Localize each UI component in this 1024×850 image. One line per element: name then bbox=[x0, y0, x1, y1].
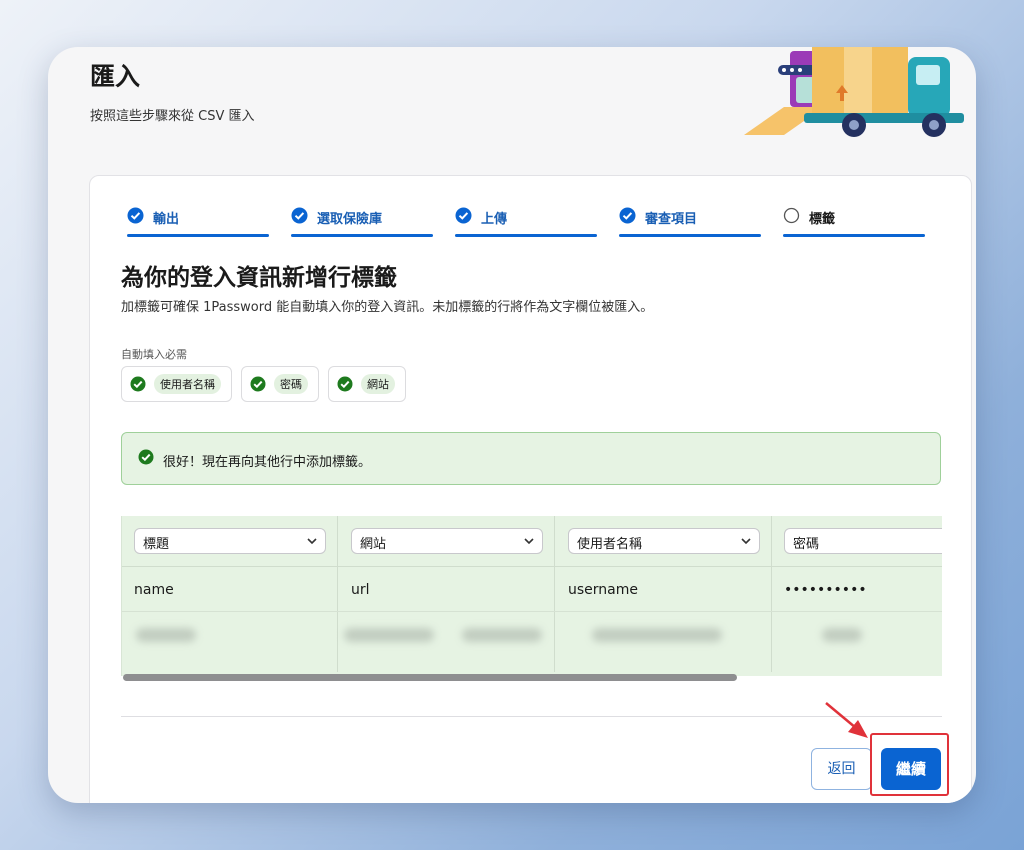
import-window: 匯入 按照這些步驟來從 CSV 匯入 輸出 選取保險庫 上傳 審查項目 標籤 為… bbox=[48, 47, 976, 803]
step-progress-bar bbox=[619, 234, 761, 237]
column-type-select[interactable]: 密碼 bbox=[784, 528, 942, 554]
banner-message: 很好！現在再向其他行中添加標籤。 bbox=[163, 455, 372, 470]
chevron-down-icon bbox=[741, 538, 751, 545]
check-circle-icon bbox=[130, 376, 146, 392]
empty-circle-icon bbox=[783, 207, 800, 224]
step-label: 上傳 bbox=[481, 212, 508, 227]
required-fields: 使用者名稱 密碼 網站 bbox=[121, 366, 406, 402]
chip-label: 網站 bbox=[361, 374, 395, 394]
page-title: 匯入 bbox=[90, 62, 141, 91]
required-chip-website: 網站 bbox=[328, 366, 406, 402]
check-circle-icon bbox=[250, 376, 266, 392]
column-type-select[interactable]: 使用者名稱 bbox=[568, 528, 760, 554]
chip-label: 使用者名稱 bbox=[154, 374, 221, 394]
table-cell: •••••••••• bbox=[784, 582, 867, 598]
step-review-items: 審查項目 bbox=[619, 206, 761, 240]
table-cell: url bbox=[351, 582, 370, 598]
step-progress-bar bbox=[783, 234, 925, 237]
column-type-select[interactable]: 網站 bbox=[351, 528, 543, 554]
row-divider bbox=[122, 566, 942, 567]
check-circle-icon bbox=[127, 207, 144, 224]
row-divider bbox=[122, 611, 942, 612]
step-upload: 上傳 bbox=[455, 206, 597, 240]
horizontal-scrollbar[interactable] bbox=[123, 674, 737, 681]
check-circle-icon bbox=[138, 449, 154, 465]
step-labels: 標籤 bbox=[783, 206, 925, 240]
page-subtitle: 按照這些步驟來從 CSV 匯入 bbox=[90, 109, 255, 124]
select-value: 使用者名稱 bbox=[577, 537, 643, 552]
redacted-value bbox=[344, 628, 434, 642]
section-description: 加標籤可確保 1Password 能自動填入你的登入資訊。未加標籤的行將作為文字… bbox=[121, 300, 654, 315]
table-cell: username bbox=[568, 582, 638, 598]
check-circle-icon bbox=[619, 207, 636, 224]
stepper: 輸出 選取保險庫 上傳 審查項目 標籤 bbox=[127, 206, 927, 240]
check-circle-icon bbox=[337, 376, 353, 392]
section-title: 為你的登入資訊新增行標籤 bbox=[121, 265, 397, 291]
select-value: 網站 bbox=[360, 537, 387, 552]
chevron-down-icon bbox=[524, 538, 534, 545]
redacted-value bbox=[822, 628, 862, 642]
check-circle-icon bbox=[291, 207, 308, 224]
required-chip-password: 密碼 bbox=[241, 366, 319, 402]
delivery-truck-illustration bbox=[744, 47, 964, 137]
table-cell: name bbox=[134, 582, 174, 598]
step-export: 輸出 bbox=[127, 206, 269, 240]
column-type-select[interactable]: 標題 bbox=[134, 528, 326, 554]
step-progress-bar bbox=[127, 234, 269, 237]
step-label: 輸出 bbox=[153, 212, 180, 227]
select-value: 標題 bbox=[143, 537, 170, 552]
check-circle-icon bbox=[455, 207, 472, 224]
redacted-value bbox=[136, 628, 196, 642]
step-progress-bar bbox=[455, 234, 597, 237]
step-label: 標籤 bbox=[809, 212, 836, 227]
step-label: 選取保險庫 bbox=[317, 212, 383, 227]
column-mapping-table[interactable]: 標題 網站 使用者名稱 密碼 name url username •••••••… bbox=[121, 516, 942, 676]
step-select-vault: 選取保險庫 bbox=[291, 206, 433, 240]
step-label: 審查項目 bbox=[645, 212, 698, 227]
redacted-value bbox=[462, 628, 542, 642]
required-label: 自動填入必需 bbox=[121, 348, 187, 361]
required-chip-username: 使用者名稱 bbox=[121, 366, 232, 402]
chevron-down-icon bbox=[307, 538, 317, 545]
success-banner: 很好！現在再向其他行中添加標籤。 bbox=[121, 432, 941, 485]
back-button[interactable]: 返回 bbox=[811, 748, 872, 790]
footer-divider bbox=[121, 716, 942, 717]
step-progress-bar bbox=[291, 234, 433, 237]
redacted-value bbox=[592, 628, 722, 642]
select-value: 密碼 bbox=[793, 537, 820, 552]
chip-label: 密碼 bbox=[274, 374, 308, 394]
annotation-highlight-box bbox=[870, 733, 949, 796]
annotation-arrow-icon bbox=[825, 702, 868, 738]
